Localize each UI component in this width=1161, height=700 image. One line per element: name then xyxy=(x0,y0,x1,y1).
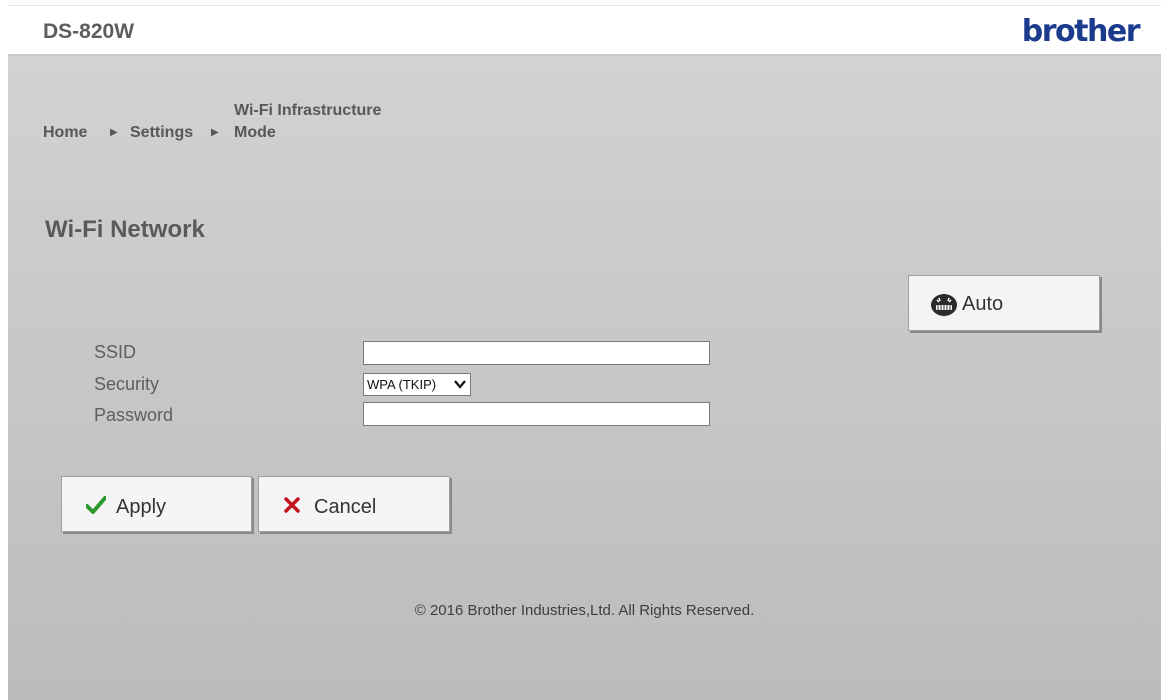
main-content: Home ▶ Settings ▶ Wi-Fi Infrastructure M… xyxy=(8,56,1161,700)
auto-button-label: Auto xyxy=(962,293,1004,315)
ssid-input[interactable] xyxy=(363,341,710,365)
triangle-right-icon: ▶ xyxy=(211,127,219,138)
apply-button[interactable]: Apply xyxy=(61,476,252,532)
security-label: Security xyxy=(94,374,160,394)
model-name: DS-820W xyxy=(43,20,135,43)
cancel-button-label: Cancel xyxy=(314,496,377,518)
password-input[interactable] xyxy=(363,402,710,426)
page: DS-820W brother Home ▶ Settings ▶ Wi-Fi … xyxy=(0,0,1161,700)
apply-button-label: Apply xyxy=(116,496,167,518)
password-label: Password xyxy=(94,405,174,425)
auto-button[interactable]: Auto xyxy=(908,275,1100,331)
header: DS-820W brother xyxy=(8,6,1161,56)
x-icon xyxy=(284,497,300,513)
triangle-right-icon: ▶ xyxy=(110,127,118,138)
security-select[interactable]: WPA (TKIP) xyxy=(363,373,471,396)
ssid-label: SSID xyxy=(94,342,137,362)
checkmark-icon xyxy=(86,496,106,514)
security-select-value: WPA (TKIP) xyxy=(367,377,437,392)
chevron-down-icon xyxy=(454,380,466,389)
copyright-footer: © 2016 Brother Industries,Ltd. All Right… xyxy=(414,602,755,619)
breadcrumb-current: Wi-Fi Infrastructure Mode xyxy=(234,102,382,141)
brand-logo: brother xyxy=(1021,14,1141,49)
page-title: Wi-Fi Network xyxy=(45,216,205,243)
breadcrumb-settings[interactable]: Settings xyxy=(130,122,193,144)
wireless-setup-icon xyxy=(931,294,957,316)
cancel-button[interactable]: Cancel xyxy=(258,476,450,532)
breadcrumb-home[interactable]: Home xyxy=(43,122,87,144)
